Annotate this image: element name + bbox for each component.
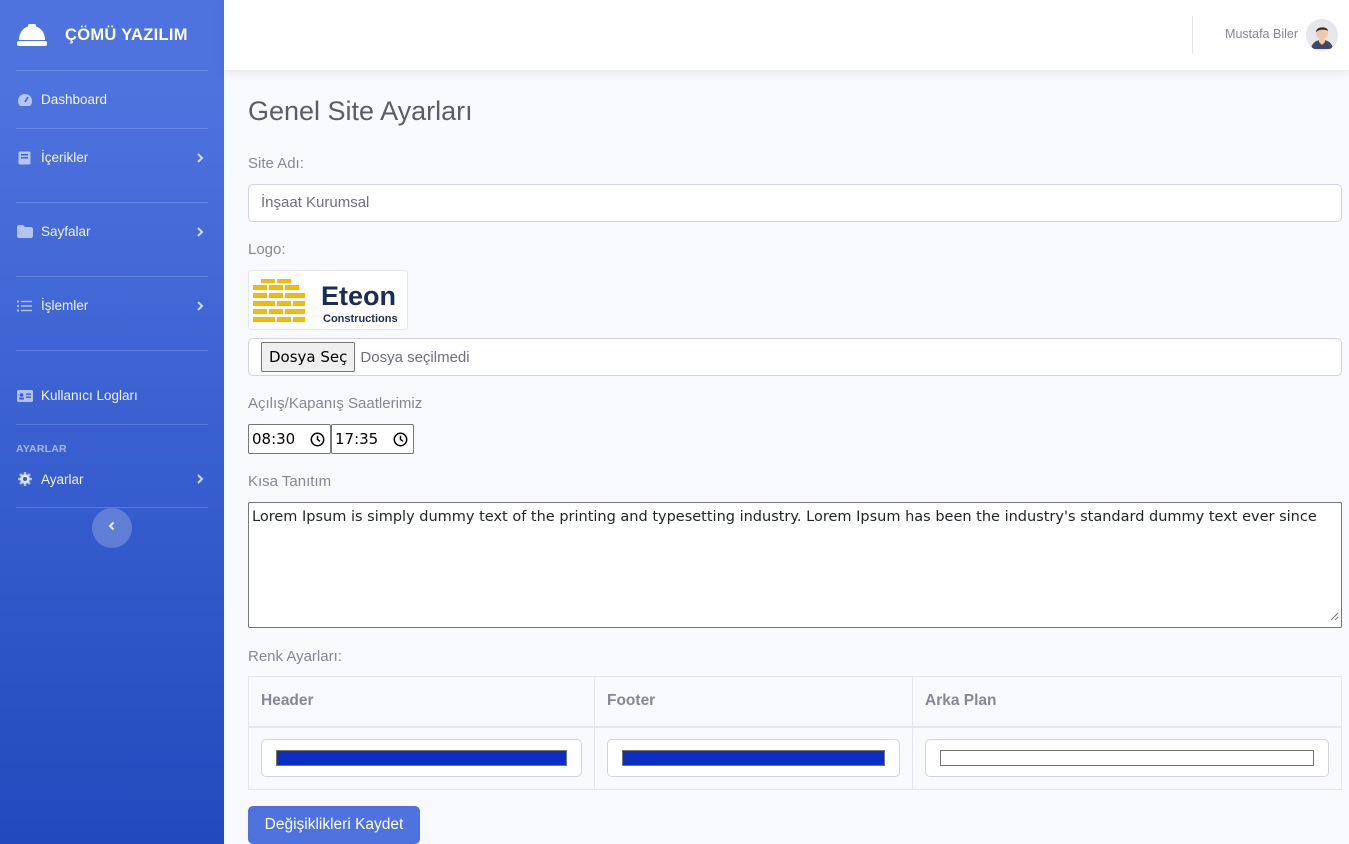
table-cell bbox=[594, 726, 913, 790]
column-header: Header bbox=[248, 676, 595, 728]
logo-preview: Eteon Constructions bbox=[248, 270, 408, 330]
chevron-right-icon bbox=[194, 226, 206, 238]
open-time-value: 08:30 bbox=[252, 430, 296, 448]
intro-label: Kısa Tanıtım bbox=[248, 473, 332, 490]
resize-grip-icon[interactable] bbox=[1330, 609, 1339, 625]
table-cell bbox=[912, 726, 1342, 790]
intro-text: Lorem Ipsum is simply dummy text of the … bbox=[252, 509, 1317, 525]
book-icon bbox=[16, 151, 33, 165]
sidebar-item-sayfalar[interactable]: Sayfalar bbox=[0, 203, 224, 260]
save-changes-button[interactable]: Değişiklikleri Kaydet bbox=[248, 806, 420, 844]
table-cell bbox=[248, 726, 595, 790]
logo-tagline: Constructions bbox=[323, 313, 398, 325]
topbar-divider bbox=[1192, 16, 1193, 54]
clock-icon[interactable] bbox=[310, 432, 325, 451]
header-color-input[interactable] bbox=[261, 739, 582, 778]
logo-label: Logo: bbox=[248, 241, 286, 258]
topbar: Mustafa Biler bbox=[224, 0, 1349, 70]
choose-file-button[interactable]: Dosya Seç bbox=[261, 342, 356, 372]
sidebar-item-dashboard[interactable]: Dashboard bbox=[0, 71, 224, 128]
close-time-value: 17:35 bbox=[335, 430, 379, 448]
footer-color-swatch bbox=[622, 750, 885, 767]
sidebar-item-islemler[interactable]: İşlemler bbox=[0, 277, 224, 334]
tachometer-icon bbox=[16, 93, 33, 107]
open-time-input[interactable]: 08:30 bbox=[248, 424, 331, 454]
color-settings-table: Header Footer Arka Plan bbox=[248, 676, 1342, 790]
list-icon bbox=[16, 299, 33, 313]
logo-file-input[interactable]: Dosya Seç Dosya seçilmedi bbox=[248, 338, 1342, 376]
table-row bbox=[248, 726, 1342, 790]
footer-color-input[interactable] bbox=[607, 739, 900, 778]
hours-label: Açılış/Kapanış Saatlerimiz bbox=[248, 395, 423, 412]
sidebar-item-label: Kullanıcı Logları bbox=[41, 388, 138, 403]
user-name[interactable]: Mustafa Biler bbox=[1225, 27, 1298, 41]
avatar[interactable] bbox=[1306, 19, 1338, 51]
site-name-input[interactable]: İnşaat Kurumsal bbox=[248, 184, 1342, 222]
file-status: Dosya seçilmedi bbox=[360, 348, 470, 366]
chevron-left-icon bbox=[107, 519, 117, 537]
header-color-swatch bbox=[276, 750, 567, 767]
brand-link[interactable]: ÇÖMÜ YAZILIM bbox=[0, 0, 224, 70]
sidebar-divider bbox=[16, 350, 208, 351]
sidebar-item-kullanici-loglari[interactable]: Kullanıcı Logları bbox=[0, 367, 224, 424]
chevron-right-icon bbox=[194, 300, 206, 312]
clock-icon[interactable] bbox=[393, 432, 408, 451]
chevron-right-icon bbox=[194, 152, 206, 164]
sidebar-heading: AYARLAR bbox=[16, 443, 67, 455]
sidebar-item-label: Sayfalar bbox=[41, 224, 91, 239]
sidebar-item-label: Dashboard bbox=[41, 92, 108, 107]
sidebar: ÇÖMÜ YAZILIM Dashboard İçerikler Sayfala… bbox=[0, 0, 224, 844]
id-card-icon bbox=[16, 389, 33, 403]
sidebar-toggle-button[interactable] bbox=[92, 508, 132, 548]
site-name-label: Site Adı: bbox=[248, 155, 304, 172]
hard-hat-icon bbox=[16, 23, 48, 47]
sidebar-item-label: İşlemler bbox=[41, 298, 89, 313]
close-time-input[interactable]: 17:35 bbox=[331, 424, 414, 454]
chevron-right-icon bbox=[194, 473, 206, 485]
cog-icon bbox=[16, 472, 33, 486]
sidebar-divider bbox=[16, 424, 208, 425]
sidebar-item-label: Ayarlar bbox=[41, 471, 84, 487]
brand-name: ÇÖMÜ YAZILIM bbox=[65, 25, 188, 44]
column-header: Footer bbox=[594, 676, 913, 728]
page-title: Genel Site Ayarları bbox=[248, 96, 473, 126]
intro-textarea[interactable]: Lorem Ipsum is simply dummy text of the … bbox=[248, 502, 1342, 628]
sidebar-item-ayarlar[interactable]: Ayarlar bbox=[0, 455, 224, 503]
logo-name: Eteon bbox=[321, 281, 396, 311]
folder-icon bbox=[16, 225, 33, 239]
background-color-swatch bbox=[940, 750, 1314, 767]
color-settings-label: Renk Ayarları: bbox=[248, 648, 342, 665]
background-color-input[interactable] bbox=[925, 739, 1329, 778]
column-header: Arka Plan bbox=[912, 676, 1342, 728]
sidebar-item-label: İçerikler bbox=[41, 150, 89, 165]
sidebar-item-icerikler[interactable]: İçerikler bbox=[0, 129, 224, 186]
